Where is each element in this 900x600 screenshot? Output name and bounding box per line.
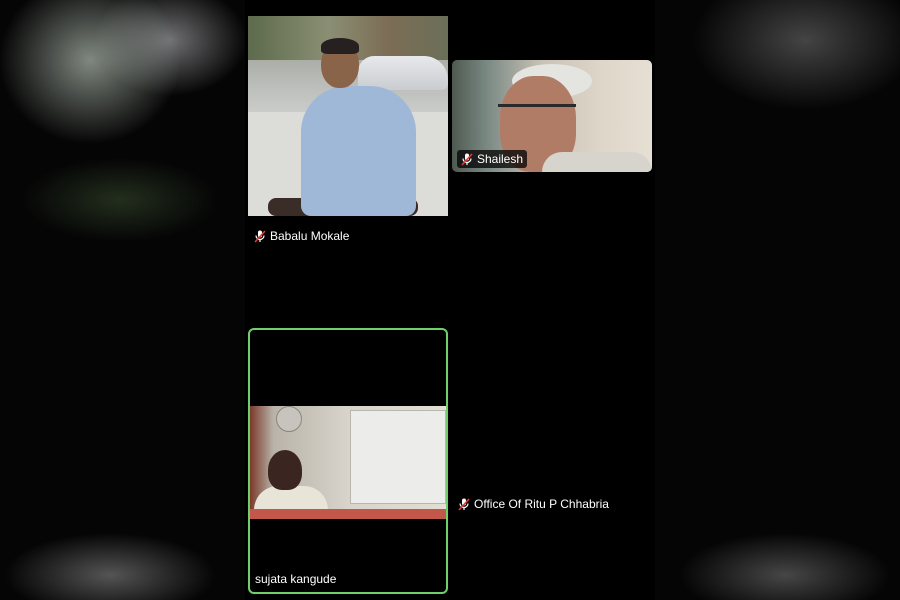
participant-name: sujata kangude	[255, 572, 337, 586]
participant-name-row: Shailesh	[457, 150, 528, 168]
video-call-screen: Babalu Mokale Shailesh sujata kangude Of…	[245, 0, 655, 600]
mic-off-icon	[461, 152, 473, 166]
participant-name: Babalu Mokale	[270, 229, 350, 243]
participant-video	[250, 406, 446, 519]
participant-name: Office Of Ritu P Chhabria	[474, 497, 609, 511]
mic-off-icon	[458, 497, 470, 511]
participant-tile-babalu[interactable]: Babalu Mokale	[245, 0, 450, 250]
blurred-background-left	[0, 0, 245, 600]
participant-name: Shailesh	[477, 152, 524, 166]
participant-tile-ritu[interactable]	[450, 250, 655, 595]
blurred-background-right	[655, 0, 900, 600]
participant-tile-shailesh[interactable]: Shailesh	[452, 60, 652, 172]
participant-video	[248, 16, 448, 216]
participant-name-row: sujata kangude	[255, 572, 336, 586]
participant-name-row: Babalu Mokale	[254, 229, 349, 243]
participant-name-row: Office Of Ritu P Chhabria	[458, 497, 609, 511]
participant-tile-sujata[interactable]: sujata kangude	[248, 328, 448, 594]
mic-off-icon	[254, 229, 266, 243]
